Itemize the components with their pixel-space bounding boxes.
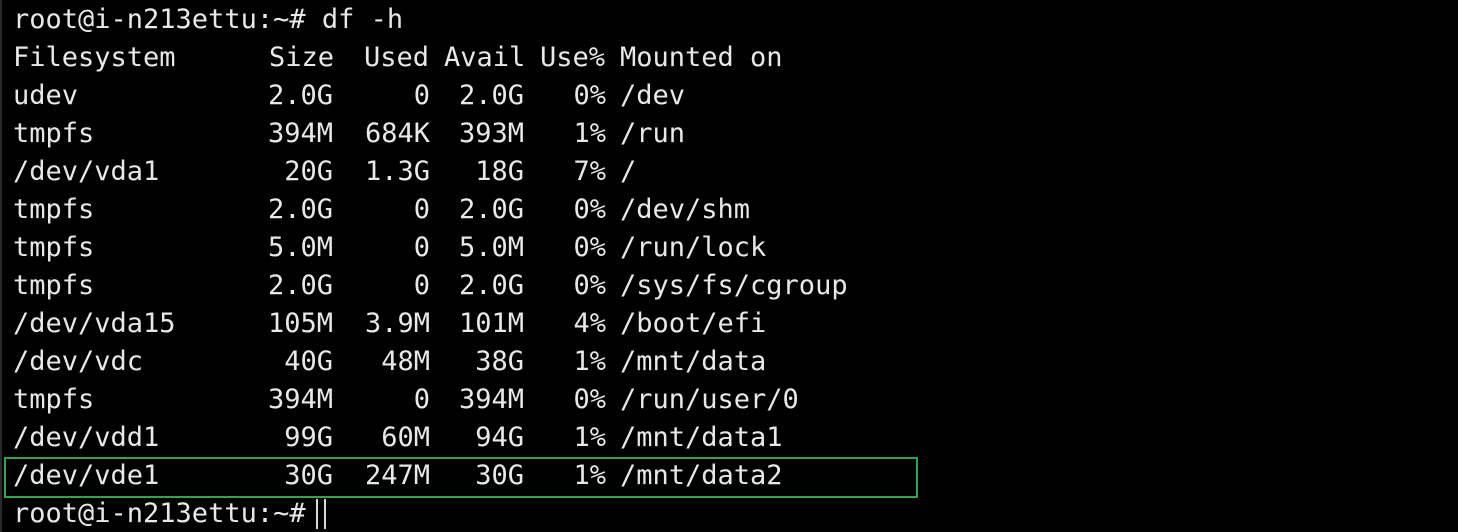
row-size: 40G (284, 346, 333, 377)
row-size: 20G (284, 156, 333, 187)
row-filesystem: udev (13, 80, 79, 111)
row-used: 0 (413, 232, 430, 263)
row-avail: 394M (458, 384, 524, 415)
row-use-pct: 0% (573, 80, 606, 111)
row-use-pct: 1% (573, 422, 606, 453)
row-avail: 94G (475, 422, 524, 453)
row-used: 60M (381, 422, 430, 453)
row-size: 105M (267, 308, 333, 339)
header-filesystem: Filesystem (13, 42, 176, 73)
row-filesystem: /dev/vdd1 (13, 422, 160, 453)
row-filesystem: /dev/vda15 (13, 308, 176, 339)
row-filesystem: tmpfs (13, 118, 95, 149)
row-avail: 101M (458, 308, 524, 339)
table-row: /dev/vda15 105M 3.9M 101M 4% /boot/efi (0, 305, 1458, 343)
row-used: 0 (413, 194, 430, 225)
row-use-pct: 0% (573, 270, 606, 301)
row-avail: 38G (475, 346, 524, 377)
header-size: Size (269, 42, 335, 73)
row-avail: 30G (475, 460, 524, 491)
row-use-pct: 7% (573, 156, 606, 187)
row-avail: 393M (458, 118, 524, 149)
table-row: tmpfs 394M 684K 393M 1% /run (0, 115, 1458, 153)
row-filesystem: /dev/vdc (13, 346, 144, 377)
row-use-pct: 1% (573, 118, 606, 149)
row-mounted-on: /run/lock (620, 232, 767, 263)
row-used: 247M (364, 460, 430, 491)
row-size: 99G (284, 422, 333, 453)
row-use-pct: 1% (573, 346, 606, 377)
row-filesystem: tmpfs (13, 270, 95, 301)
table-row: tmpfs 394M 0 394M 0% /run/user/0 (0, 381, 1458, 419)
table-row: tmpfs 2.0G 0 2.0G 0% /dev/shm (0, 191, 1458, 229)
row-used: 0 (413, 384, 430, 415)
row-size: 394M (267, 118, 333, 149)
row-size: 2.0G (267, 194, 333, 225)
row-use-pct: 4% (573, 308, 606, 339)
row-use-pct: 0% (573, 232, 606, 263)
row-avail: 18G (475, 156, 524, 187)
row-mounted-on: /run/user/0 (620, 384, 799, 415)
header-use-pct: Use% (540, 42, 606, 73)
row-size: 2.0G (267, 270, 333, 301)
table-row: /dev/vdc 40G 48M 38G 1% /mnt/data (0, 343, 1458, 381)
row-used: 3.9M (364, 308, 430, 339)
row-mounted-on: /mnt/data2 (620, 460, 783, 491)
table-row: tmpfs 2.0G 0 2.0G 0% /sys/fs/cgroup (0, 267, 1458, 305)
table-row: /dev/vdd1 99G 60M 94G 1% /mnt/data1 (0, 419, 1458, 457)
row-filesystem: tmpfs (13, 194, 95, 225)
terminal-window[interactable]: root@i-n213ettu:~# df -h Filesystem Size… (0, 0, 1458, 532)
row-size: 30G (284, 460, 333, 491)
table-header: Filesystem Size Used Avail Use% Mounted … (0, 39, 1458, 77)
table-row: /dev/vda1 20G 1.3G 18G 7% / (0, 153, 1458, 191)
row-use-pct: 1% (573, 460, 606, 491)
row-avail: 2.0G (458, 194, 524, 225)
header-avail: Avail (444, 42, 526, 73)
row-size: 2.0G (267, 80, 333, 111)
row-mounted-on: / (620, 156, 637, 187)
command-prompt-text: root@i-n213ettu:~# df -h (13, 4, 404, 35)
row-avail: 5.0M (458, 232, 524, 263)
row-filesystem: /dev/vda1 (13, 156, 160, 187)
row-filesystem: tmpfs (13, 384, 95, 415)
command-line: root@i-n213ettu:~# df -h (0, 1, 1458, 39)
table-row-highlighted: /dev/vde1 30G 247M 30G 1% /mnt/data2 (0, 457, 1458, 495)
row-size: 394M (267, 384, 333, 415)
row-avail: 2.0G (458, 270, 524, 301)
row-used: 48M (381, 346, 430, 377)
header-used: Used (364, 42, 430, 73)
row-avail: 2.0G (458, 80, 524, 111)
row-mounted-on: /sys/fs/cgroup (620, 270, 848, 301)
prompt-line[interactable]: root@i-n213ettu:~# (0, 495, 1458, 532)
shell-prompt: root@i-n213ettu:~# (13, 498, 322, 529)
row-filesystem: /dev/vde1 (13, 460, 160, 491)
table-row: tmpfs 5.0M 0 5.0M 0% /run/lock (0, 229, 1458, 267)
table-row: udev 2.0G 0 2.0G 0% /dev (0, 77, 1458, 115)
row-used: 0 (413, 270, 430, 301)
row-mounted-on: /run (620, 118, 686, 149)
text-cursor (316, 499, 326, 529)
row-mounted-on: /dev (620, 80, 686, 111)
row-mounted-on: /mnt/data (620, 346, 767, 377)
row-used: 1.3G (364, 156, 430, 187)
row-used: 0 (413, 80, 430, 111)
row-mounted-on: /boot/efi (620, 308, 767, 339)
row-use-pct: 0% (573, 194, 606, 225)
row-mounted-on: /mnt/data1 (620, 422, 783, 453)
row-size: 5.0M (267, 232, 333, 263)
row-mounted-on: /dev/shm (620, 194, 751, 225)
header-mounted-on: Mounted on (620, 42, 783, 73)
row-filesystem: tmpfs (13, 232, 95, 263)
row-use-pct: 0% (573, 384, 606, 415)
row-used: 684K (364, 118, 430, 149)
